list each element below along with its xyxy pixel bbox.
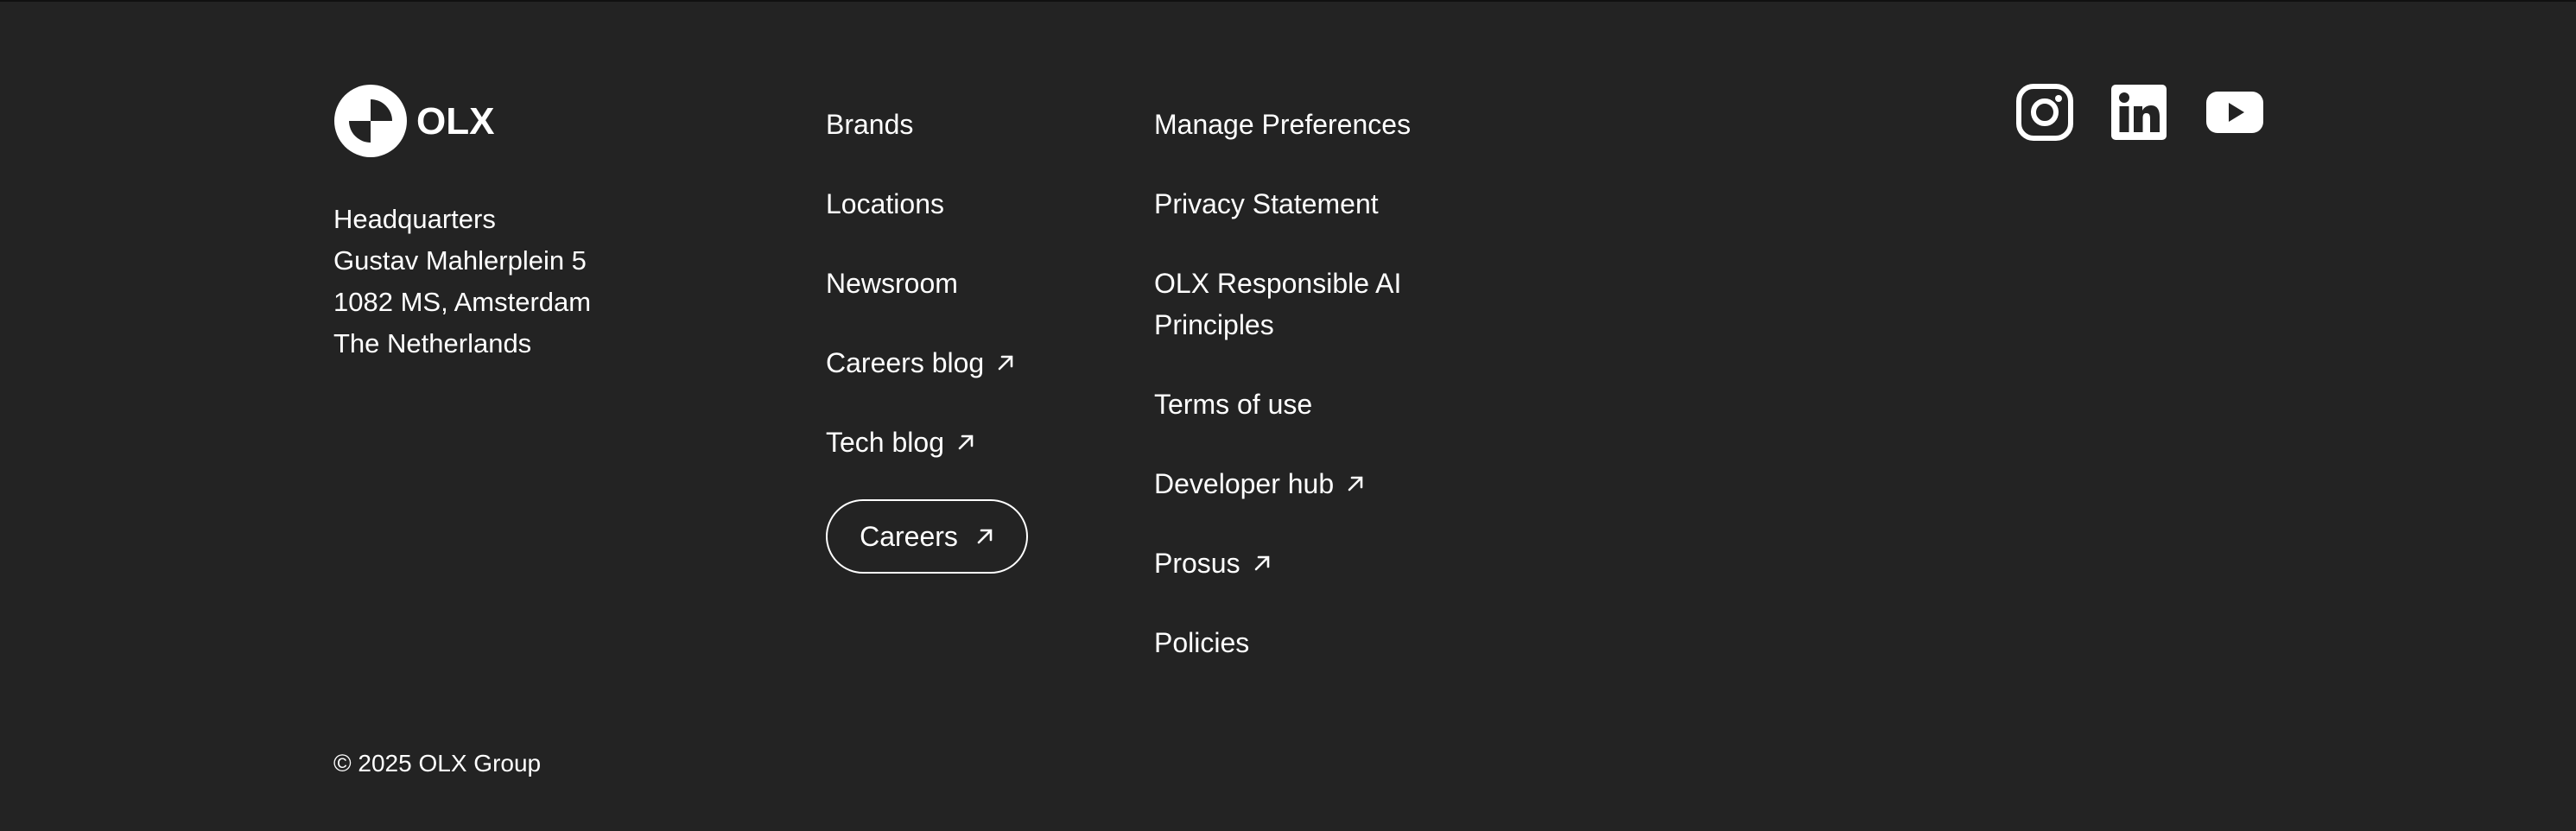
linkedin-icon: [2111, 85, 2167, 140]
olx-logo[interactable]: OLX: [333, 84, 503, 158]
external-arrow-icon: [998, 355, 1013, 371]
external-arrow-icon: [958, 435, 974, 450]
address-line: 1082 MS, Amsterdam: [333, 287, 592, 317]
logo-wordmark: OLX: [416, 100, 494, 143]
policies-label: Policies: [1154, 627, 1250, 658]
tech-blog-link[interactable]: Tech blog: [826, 422, 975, 463]
linkedin-link[interactable]: [2111, 83, 2167, 142]
privacy-statement-label: Privacy Statement: [1154, 188, 1379, 219]
responsible-ai-label-line2: Principles: [1154, 309, 1274, 340]
brands-label: Brands: [826, 109, 914, 140]
privacy-statement-link[interactable]: Privacy Statement: [1154, 183, 1379, 225]
copyright-text: © 2025 OLX Group: [333, 750, 542, 777]
manage-preferences-link[interactable]: Manage Preferences: [1154, 104, 1411, 145]
address-line: The Netherlands: [333, 328, 532, 358]
locations-label: Locations: [826, 188, 944, 219]
developer-hub-link[interactable]: Developer hub: [1154, 463, 1365, 504]
headquarters-address: Headquarters Gustav Mahlerplein 5 1082 M…: [333, 199, 591, 365]
terms-of-use-link[interactable]: Terms of use: [1154, 384, 1312, 425]
manage-preferences-label: Manage Preferences: [1154, 109, 1412, 140]
olx-logo-icon: OLX: [334, 85, 494, 157]
youtube-link[interactable]: [2206, 83, 2263, 142]
external-arrow-icon: [1348, 476, 1363, 492]
prosus-label: Prosus: [1154, 548, 1240, 579]
youtube-icon: [2206, 92, 2263, 133]
top-divider: [0, 0, 2576, 2]
tech-blog-label: Tech blog: [826, 427, 944, 458]
careers-button[interactable]: Careers: [826, 499, 1028, 574]
external-arrow-icon: [977, 529, 993, 544]
responsible-ai-link[interactable]: OLX Responsible AI Principles: [1154, 263, 1401, 346]
careers-blog-label: Careers blog: [826, 347, 985, 378]
instagram-icon: [2016, 84, 2073, 141]
policies-link[interactable]: Policies: [1154, 622, 1249, 663]
responsible-ai-label-line1: OLX Responsible AI: [1154, 268, 1402, 299]
prosus-link[interactable]: Prosus: [1154, 542, 1272, 584]
newsroom-link[interactable]: Newsroom: [826, 263, 958, 304]
newsroom-label: Newsroom: [826, 268, 958, 299]
terms-of-use-label: Terms of use: [1154, 389, 1313, 420]
brands-link[interactable]: Brands: [826, 104, 913, 145]
instagram-link[interactable]: [2016, 83, 2073, 142]
developer-hub-label: Developer hub: [1154, 468, 1335, 499]
careers-blog-link[interactable]: Careers blog: [826, 342, 1015, 384]
locations-link[interactable]: Locations: [826, 183, 944, 225]
careers-button-label: Careers: [860, 520, 958, 552]
address-line: Gustav Mahlerplein 5: [333, 245, 587, 276]
address-line: Headquarters: [333, 204, 496, 234]
external-arrow-icon: [1254, 555, 1269, 571]
